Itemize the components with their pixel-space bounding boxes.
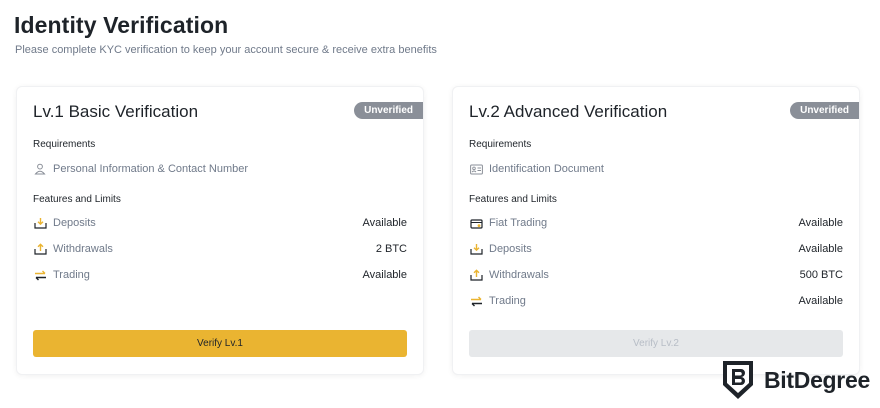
verify-lv1-button[interactable]: Verify Lv.1 bbox=[33, 330, 407, 357]
feature-value: Available bbox=[798, 295, 843, 307]
feature-label: Withdrawals bbox=[53, 243, 113, 255]
feature-value: Available bbox=[362, 269, 407, 281]
feature-row: Withdrawals 2 BTC bbox=[33, 241, 407, 257]
verify-lv2-button[interactable]: Verify Lv.2 bbox=[469, 330, 843, 357]
withdraw-icon bbox=[33, 242, 47, 256]
feature-label: Trading bbox=[489, 295, 526, 307]
feature-row: Trading Available bbox=[33, 267, 407, 283]
feature-label: Deposits bbox=[489, 243, 532, 255]
requirement-item: Identification Document bbox=[469, 161, 843, 177]
deposit-icon bbox=[33, 216, 47, 230]
feature-row: Deposits Available bbox=[469, 241, 843, 257]
feature-row: Trading Available bbox=[469, 293, 843, 309]
id-card-icon bbox=[469, 162, 483, 176]
bitdegree-logo-text: BitDegree bbox=[764, 366, 870, 393]
withdraw-icon bbox=[469, 268, 483, 282]
advanced-verification-card: Lv.2 Advanced Verification Unverified Re… bbox=[452, 86, 860, 375]
card-title: Lv.2 Advanced Verification bbox=[469, 102, 668, 121]
feature-label: Trading bbox=[53, 269, 90, 281]
feature-row: Fiat Trading Available bbox=[469, 215, 843, 231]
feature-label: Withdrawals bbox=[489, 269, 549, 281]
fiat-icon bbox=[469, 216, 483, 230]
trade-icon bbox=[33, 268, 47, 282]
bitdegree-logo: BitDegree bbox=[720, 357, 870, 403]
bitdegree-shield-icon bbox=[723, 361, 753, 399]
features-label: Features and Limits bbox=[469, 194, 557, 205]
feature-label: Fiat Trading bbox=[489, 217, 548, 229]
basic-verification-card: Lv.1 Basic Verification Unverified Requi… bbox=[16, 86, 424, 375]
requirements-label: Requirements bbox=[469, 139, 532, 150]
requirements-label: Requirements bbox=[33, 139, 96, 150]
deposit-icon bbox=[469, 242, 483, 256]
trade-icon bbox=[469, 294, 483, 308]
feature-row: Deposits Available bbox=[33, 215, 407, 231]
status-badge: Unverified bbox=[790, 102, 859, 119]
feature-row: Withdrawals 500 BTC bbox=[469, 267, 843, 283]
features-label: Features and Limits bbox=[33, 194, 121, 205]
requirement-item: Personal Information & Contact Number bbox=[33, 161, 407, 177]
card-title: Lv.1 Basic Verification bbox=[33, 102, 199, 121]
feature-value: 2 BTC bbox=[375, 243, 407, 255]
page-subtitle: Please complete KYC verification to keep… bbox=[15, 44, 437, 56]
feature-value: Available bbox=[798, 243, 843, 255]
feature-value: 500 BTC bbox=[799, 269, 843, 281]
requirement-label: Identification Document bbox=[489, 163, 604, 175]
status-badge: Unverified bbox=[354, 102, 423, 119]
feature-value: Available bbox=[362, 217, 407, 229]
user-icon bbox=[33, 162, 47, 176]
feature-value: Available bbox=[798, 217, 843, 229]
page-title: Identity Verification bbox=[14, 12, 229, 38]
requirement-label: Personal Information & Contact Number bbox=[53, 163, 249, 175]
feature-label: Deposits bbox=[53, 217, 96, 229]
